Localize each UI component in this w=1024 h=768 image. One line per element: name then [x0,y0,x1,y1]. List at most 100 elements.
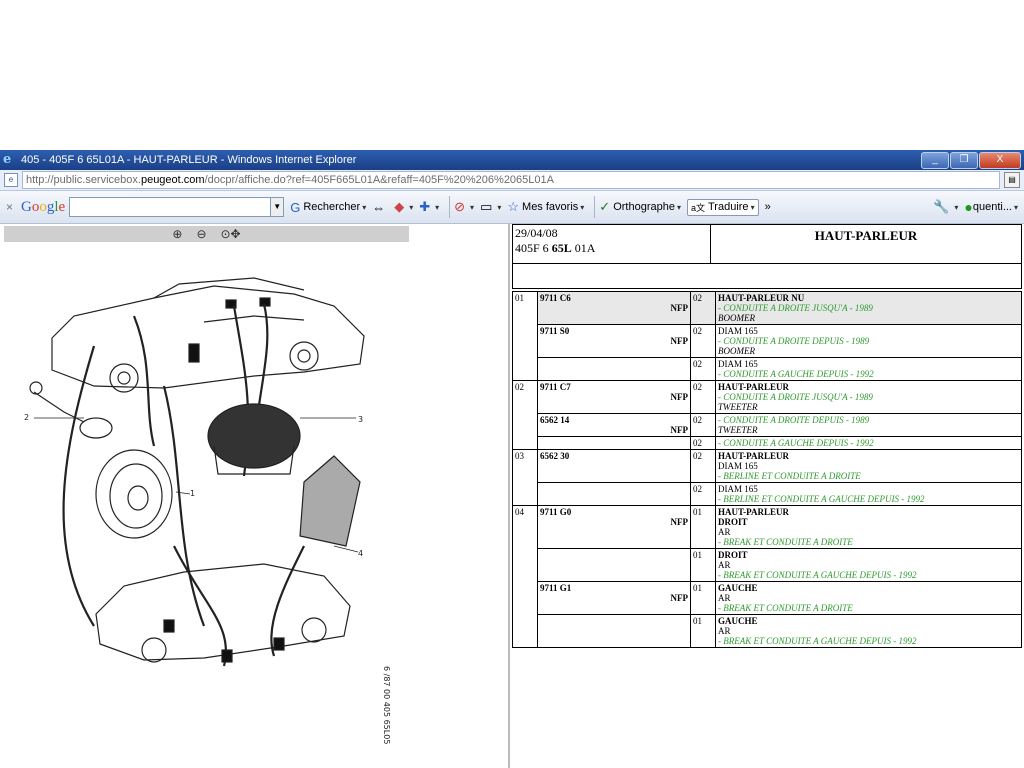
close-button[interactable]: X [979,151,1021,169]
callout-2: 2 [24,413,29,422]
description-line: - CONDUITE A DROITE JUSQU'A - 1989 [718,303,873,313]
popup-blocker-icon[interactable]: ⊘ ▾ [454,199,474,215]
speaker-diagram: 2 1 3 4 6 /87 00 405 65L05 [24,277,391,744]
google-search-input[interactable] [69,197,272,217]
description-line: BOOMER [718,346,755,356]
part-description: - CONDUITE A DROITE DEPUIS - 1989 TWEETER [715,413,1022,437]
description-line: DIAM 165 [718,359,758,369]
part-reference-cell: 6562 14 NFP [537,413,691,437]
part-reference-cell: 9711 C7 NFP [537,380,691,414]
settings-button[interactable]: 🔧 ▾ [933,199,958,215]
toolbar-close-icon[interactable]: × [6,200,13,214]
nfp-label: NFP [670,425,689,435]
url-field[interactable]: http://public.servicebox.peugeot.com/doc… [22,171,1000,189]
doc-code: 405F 6 65L 01A [515,241,596,255]
ie-icon: e [3,152,12,167]
zoom-in-icon[interactable]: ⊕ [172,227,182,241]
description-line: DROIT [718,550,748,560]
search-dropdown-icon[interactable]: ▼ [271,197,285,217]
quantity: 02 [690,324,716,358]
fill-icon[interactable]: ▭ ▾ [480,199,501,215]
description-line: AR [718,626,731,636]
part-description: HAUT-PARLEUR DIAM 165- BERLINE ET CONDUIT… [715,449,1022,483]
orthographe-button[interactable]: ✓ Orthographe ▾ [599,199,681,215]
part-reference-cell: 9711 S0 NFP [537,324,691,358]
description-line: GAUCHE [718,616,758,626]
image-viewer-toolbar: ⊕ ⊖ ⊙✥ [4,226,409,242]
zoom-out-icon[interactable]: ⊖ [196,227,206,241]
arrows-icon[interactable]: ⇔ [372,200,388,215]
quantity: 02 [690,413,716,437]
table-row: 01 DROIT AR - BREAK ET CONDUITE A GAUCHE DE… [513,548,1022,582]
callout-4: 4 [358,549,363,558]
table-row: 9711 G1 NFP 01 GAUCHE AR - BREAK ET CONDUITE … [513,581,1022,615]
part-description: HAUT-PARLEUR NU - CONDUITE A DROITE JUSQU… [715,291,1022,325]
user-button[interactable]: ● quenti... ▾ [964,199,1018,215]
group-number: 01 [512,291,538,381]
description-line: BOOMER [718,313,755,323]
part-description: GAUCHE AR - BREAK ET CONDUITE A GAUCHE DEP… [715,614,1022,648]
quantity: 01 [690,581,716,615]
quantity: 02 [690,357,716,381]
part-description: DROIT AR - BREAK ET CONDUITE A GAUCHE DEPU… [715,548,1022,582]
address-bar: e http://public.servicebox.peugeot.com/d… [0,170,1024,191]
table-row: 01 GAUCHE AR - BREAK ET CONDUITE A GAUCHE D… [513,614,1022,648]
quantity: 02 [690,380,716,414]
part-reference[interactable]: 6562 30 [540,451,688,461]
part-reference-cell [537,548,691,582]
part-reference[interactable]: 9711 G0 [540,507,688,517]
more-button[interactable]: » [765,201,771,213]
table-row: 02 DIAM 165- CONDUITE A GAUCHE DEPUIS - 1… [513,357,1022,381]
parts-table: 01 9711 C6 NFP 02 HAUT-PARLEUR NU - CONDUITE … [512,291,1022,648]
part-reference-cell [537,436,691,450]
part-description: GAUCHE AR - BREAK ET CONDUITE A DROITE [715,581,1022,615]
pane-divider[interactable] [508,224,510,768]
spellcheck-icon: ✓ [599,199,611,214]
rechercher-button[interactable]: G Rechercher ▾ [290,200,366,215]
translate-icon: a文 [690,202,705,213]
star-icon: ☆ [507,199,520,214]
description-line: - CONDUITE A DROITE DEPUIS - 1989 [718,336,870,346]
part-reference-cell [537,482,691,506]
quantity: 02 [690,436,716,450]
part-description: - CONDUITE A GAUCHE DEPUIS - 1992 [715,436,1022,450]
part-reference[interactable]: 9711 C7 [540,382,688,392]
plus-icon[interactable]: ✚ ▾ [419,199,439,215]
description-line: DROIT [718,517,748,527]
table-row: 6562 14 NFP 02- CONDUITE A DROITE DEPUIS -… [513,413,1022,437]
description-line: DIAM 165 [718,326,758,336]
minimize-button[interactable]: _ [921,151,949,169]
title-bar: e 405 - 405F 6 65L01A - HAUT-PARLEUR - W… [0,150,1024,170]
status-dot-icon: ● [964,199,973,215]
table-row: 03 6562 30 02 HAUT-PARLEUR DIAM 165- BERLINE… [512,449,1022,506]
zoom-move-icon[interactable]: ⊙✥ [221,227,241,241]
doc-date: 29/04/08 [515,226,558,240]
bookmark-icon[interactable]: ◆ ▾ [394,199,413,215]
table-row: 04 9711 G0 NFP 01 HAUT-PARLEUR DROIT AR - BREAK… [512,505,1022,648]
description-line: - BERLINE ET CONDUITE A DROITE [718,471,861,481]
description-line: - CONDUITE A DROITE DEPUIS - 1989 [718,415,870,425]
description-line: - BREAK ET CONDUITE A GAUCHE DEPUIS - 19… [718,570,917,580]
description-line: AR [718,527,731,537]
google-logo: Google [21,198,66,215]
description-line: DIAM 165 [718,461,758,471]
favoris-button[interactable]: ☆ Mes favoris ▾ [507,199,584,215]
description-line: - BREAK ET CONDUITE A DROITE [718,603,853,613]
part-reference-cell [537,357,691,381]
part-description: HAUT-PARLEUR - CONDUITE A DROITE JUSQU'A … [715,380,1022,414]
quantity: 02 [690,449,716,483]
table-row: 02 DIAM 165- BERLINE ET CONDUITE A GAUCHE… [513,482,1022,506]
traduire-button[interactable]: a文 Traduire ▾ [686,198,759,216]
part-reference[interactable]: 6562 14 [540,415,688,425]
group-number: 03 [512,449,538,506]
quantity: 01 [690,548,716,582]
description-line: HAUT-PARLEUR NU [718,293,805,303]
part-reference[interactable]: 9711 S0 [540,326,688,336]
parts-document: 29/04/08 405F 6 65L 01A HAUT-PARLEUR 01 9… [512,224,1022,648]
compatibility-icon[interactable]: ▤ [1004,172,1020,188]
group-number: 04 [512,505,538,648]
restore-button[interactable]: ❐ [950,151,978,169]
toolbar-separator [594,196,596,218]
part-reference[interactable]: 9711 C6 [540,293,688,303]
part-reference[interactable]: 9711 G1 [540,583,688,593]
